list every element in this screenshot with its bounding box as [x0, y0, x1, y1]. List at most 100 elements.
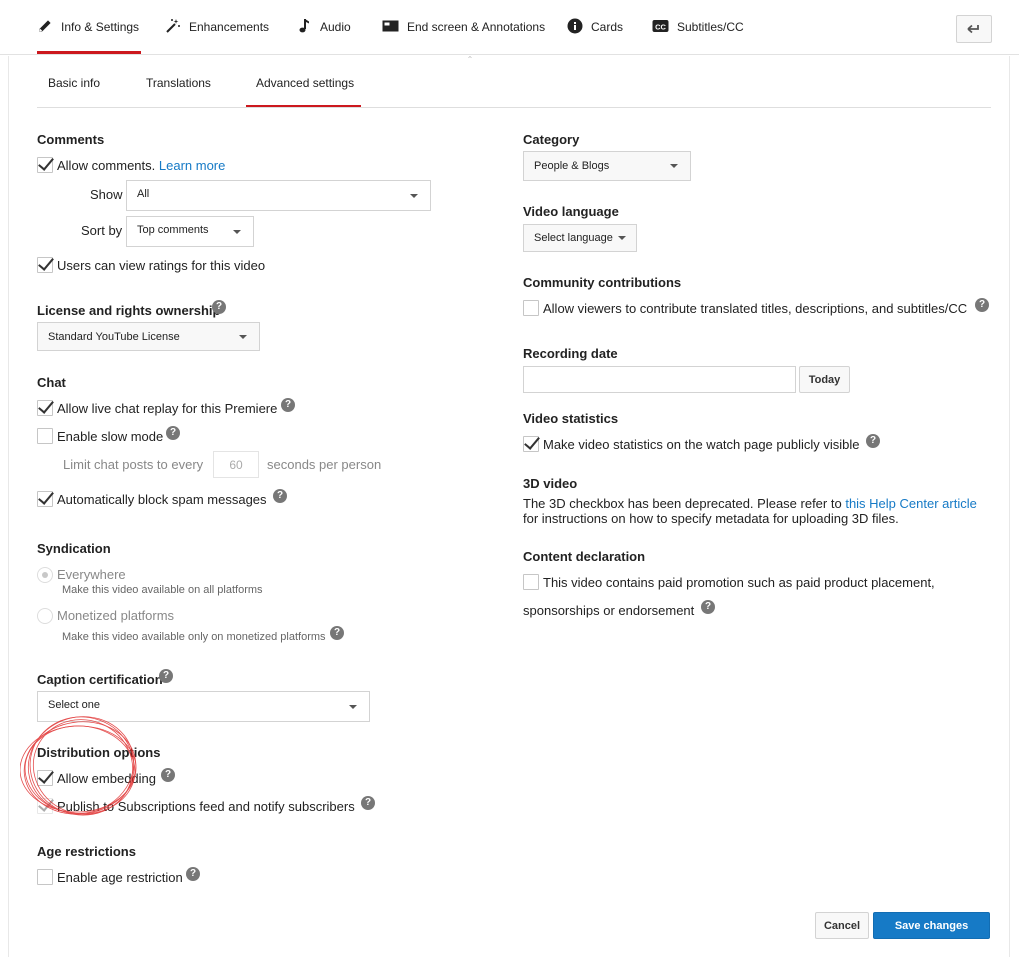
- paid-promotion-checkbox[interactable]: [523, 574, 539, 590]
- allow-embedding-checkbox[interactable]: [37, 770, 53, 786]
- sort-by-dropdown[interactable]: Top comments: [126, 216, 254, 247]
- caption-certification-dropdown[interactable]: Select one: [37, 691, 370, 722]
- license-heading: License and rights ownership: [37, 303, 221, 318]
- chat-heading: Chat: [37, 375, 66, 390]
- save-changes-button[interactable]: Save changes: [873, 912, 990, 939]
- chevron-down-icon: [233, 229, 241, 234]
- category-heading: Category: [523, 132, 580, 147]
- tab-info-settings[interactable]: Info & Settings: [37, 0, 141, 54]
- publish-feed-checkbox[interactable]: [37, 798, 53, 814]
- video-statistics-heading: Video statistics: [523, 411, 619, 426]
- paid-promotion-label-line1: This video contains paid promotion such …: [543, 575, 935, 590]
- help-icon[interactable]: ?: [159, 669, 173, 683]
- age-restriction-checkbox[interactable]: [37, 869, 53, 885]
- back-button[interactable]: [956, 15, 992, 43]
- video-statistics-checkbox[interactable]: [523, 436, 539, 452]
- tab-translations[interactable]: Translations: [136, 58, 221, 108]
- help-center-link[interactable]: this Help Center article: [845, 496, 977, 511]
- 3d-video-heading: 3D video: [523, 476, 578, 491]
- dropdown-value: Standard YouTube License: [48, 330, 180, 343]
- show-comments-dropdown[interactable]: All: [126, 180, 431, 211]
- tab-cards[interactable]: Cards: [567, 0, 623, 54]
- tab-audio[interactable]: Audio: [298, 0, 351, 54]
- everywhere-label: Everywhere: [57, 567, 126, 582]
- allow-comments-checkbox[interactable]: [37, 157, 53, 173]
- cancel-button[interactable]: Cancel: [815, 912, 869, 939]
- help-icon[interactable]: ?: [975, 298, 989, 312]
- dropdown-value: All: [137, 188, 150, 200]
- chat-replay-checkbox[interactable]: [37, 400, 53, 416]
- dropdown-value: Select language: [534, 232, 613, 244]
- sort-by-label: Sort by: [81, 223, 123, 238]
- 3d-text-before: The 3D checkbox has been deprecated. Ple…: [523, 496, 842, 511]
- chevron-down-icon: [670, 164, 678, 168]
- tab-advanced-settings[interactable]: Advanced settings: [246, 58, 361, 108]
- community-contributions-checkbox[interactable]: [523, 300, 539, 316]
- tab-label: Basic info: [48, 76, 101, 90]
- allow-comments-text: Allow comments.: [57, 158, 156, 173]
- magic-wand-icon: [165, 18, 189, 37]
- music-note-icon: [298, 18, 320, 37]
- dropdown-value: People & Blogs: [534, 160, 610, 172]
- everywhere-radio[interactable]: [37, 567, 53, 583]
- tab-label: Enhancements: [189, 20, 270, 34]
- dropdown-value: Top comments: [137, 224, 209, 236]
- tab-label: End screen & Annotations: [407, 20, 546, 34]
- help-icon[interactable]: ?: [273, 489, 287, 503]
- caption-heading: Caption certification: [37, 672, 163, 687]
- help-icon[interactable]: ?: [361, 796, 375, 810]
- limit-posts-input[interactable]: [213, 451, 259, 478]
- end-screen-icon: [382, 19, 407, 36]
- help-icon[interactable]: ?: [166, 426, 180, 440]
- age-restriction-label: Enable age restriction: [57, 870, 183, 885]
- help-icon[interactable]: ?: [866, 434, 880, 448]
- monetized-description: Make this video available only on moneti…: [62, 631, 326, 643]
- paid-promotion-label-line2: sponsorships or endorsement: [523, 603, 695, 618]
- block-spam-label: Automatically block spam messages: [57, 492, 267, 507]
- category-dropdown[interactable]: People & Blogs: [523, 151, 691, 181]
- tab-end-screen[interactable]: End screen & Annotations: [382, 0, 545, 54]
- pencil-icon: [37, 18, 61, 37]
- chat-replay-label: Allow live chat replay for this Premiere: [57, 401, 278, 416]
- tab-enhancements[interactable]: Enhancements: [165, 0, 269, 54]
- age-heading: Age restrictions: [37, 844, 136, 859]
- svg-text:CC: CC: [655, 22, 666, 31]
- help-icon[interactable]: ?: [281, 398, 295, 412]
- 3d-text-after: for instructions on how to specify metad…: [523, 511, 899, 526]
- tab-basic-info[interactable]: Basic info: [38, 58, 110, 108]
- view-ratings-checkbox[interactable]: [37, 257, 53, 273]
- monetized-radio[interactable]: [37, 608, 53, 624]
- tab-label: Info & Settings: [61, 20, 140, 34]
- learn-more-link[interactable]: Learn more: [159, 158, 225, 173]
- content-declaration-heading: Content declaration: [523, 549, 646, 564]
- tab-label: Advanced settings: [256, 76, 355, 90]
- tab-label: Translations: [146, 76, 211, 90]
- allow-embedding-label: Allow embedding: [57, 771, 157, 786]
- tab-subtitles[interactable]: CC Subtitles/CC: [652, 0, 744, 54]
- license-dropdown[interactable]: Standard YouTube License: [37, 322, 260, 351]
- syndication-heading: Syndication: [37, 541, 111, 556]
- recording-date-heading: Recording date: [523, 346, 618, 361]
- help-icon[interactable]: ?: [701, 600, 715, 614]
- top-divider: [0, 54, 1019, 55]
- back-arrow-icon: [967, 22, 981, 37]
- view-ratings-label: Users can view ratings for this video: [57, 258, 266, 273]
- help-icon[interactable]: ?: [212, 300, 226, 314]
- video-language-dropdown[interactable]: Select language: [523, 224, 637, 252]
- help-icon[interactable]: ?: [161, 768, 175, 782]
- slow-mode-checkbox[interactable]: [37, 428, 53, 444]
- community-contributions-label: Allow viewers to contribute translated t…: [543, 301, 968, 316]
- today-button[interactable]: Today: [799, 366, 850, 393]
- subtab-divider: [37, 107, 991, 108]
- help-icon[interactable]: ?: [330, 626, 344, 640]
- help-icon[interactable]: ?: [186, 867, 200, 881]
- video-statistics-label: Make video statistics on the watch page …: [543, 437, 860, 452]
- seconds-per-person-label: seconds per person: [267, 457, 382, 472]
- video-language-heading: Video language: [523, 204, 619, 219]
- tab-label: Audio: [320, 20, 351, 34]
- distribution-heading: Distribution options: [37, 745, 161, 760]
- 3d-video-description: The 3D checkbox has been deprecated. Ple…: [523, 496, 993, 526]
- tab-label: Subtitles/CC: [677, 20, 744, 34]
- block-spam-checkbox[interactable]: [37, 491, 53, 507]
- recording-date-input[interactable]: [523, 366, 796, 393]
